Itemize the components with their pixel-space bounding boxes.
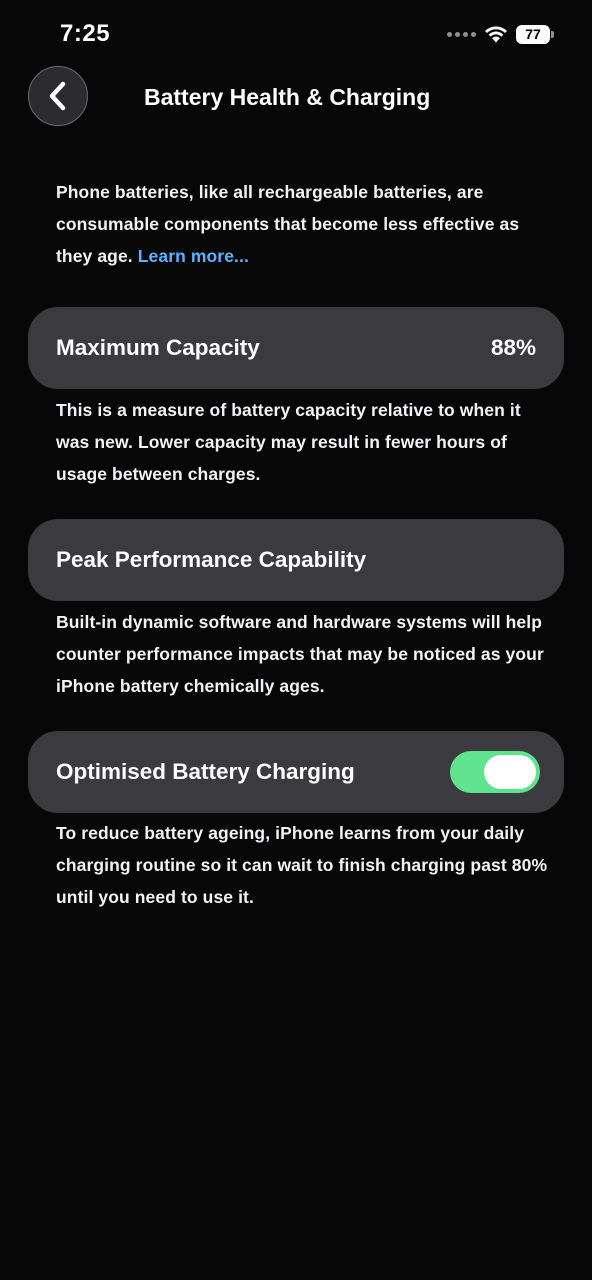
- maximum-capacity-value: 88%: [490, 335, 536, 360]
- intro-text: Phone batteries, like all rechargeable b…: [56, 176, 556, 272]
- chevron-left-icon: [49, 81, 66, 111]
- optimised-charging-description: To reduce battery ageing, iPhone learns …: [56, 823, 548, 907]
- optimised-charging-label: Optimised Battery Charging: [56, 759, 355, 784]
- battery-icon: 77: [516, 24, 554, 44]
- toggle-knob: [484, 755, 536, 789]
- maximum-capacity-description: This is a measure of battery capacity re…: [56, 400, 521, 484]
- status-bar: 7:25 77: [0, 0, 592, 64]
- wifi-icon: [484, 25, 508, 43]
- back-button[interactable]: [28, 66, 88, 126]
- status-time: 7:25: [60, 20, 111, 47]
- peak-performance-row: Peak Performance Capability: [28, 519, 564, 601]
- learn-more-link[interactable]: Learn more...: [138, 246, 249, 266]
- battery-level: 77: [516, 24, 550, 44]
- optimised-charging-row: Optimised Battery Charging: [28, 731, 564, 813]
- signal-dots-icon: [447, 31, 476, 37]
- optimised-charging-toggle[interactable]: [450, 751, 540, 793]
- maximum-capacity-row: Maximum Capacity 88%: [28, 307, 564, 389]
- status-indicators: 77: [447, 22, 554, 46]
- intro-body: Phone batteries, like all rechargeable b…: [56, 182, 520, 266]
- page-title: Battery Health & Charging: [144, 84, 431, 110]
- peak-performance-label: Peak Performance Capability: [56, 547, 367, 572]
- maximum-capacity-label: Maximum Capacity: [56, 335, 260, 360]
- peak-performance-description: Built-in dynamic software and hardware s…: [56, 612, 544, 696]
